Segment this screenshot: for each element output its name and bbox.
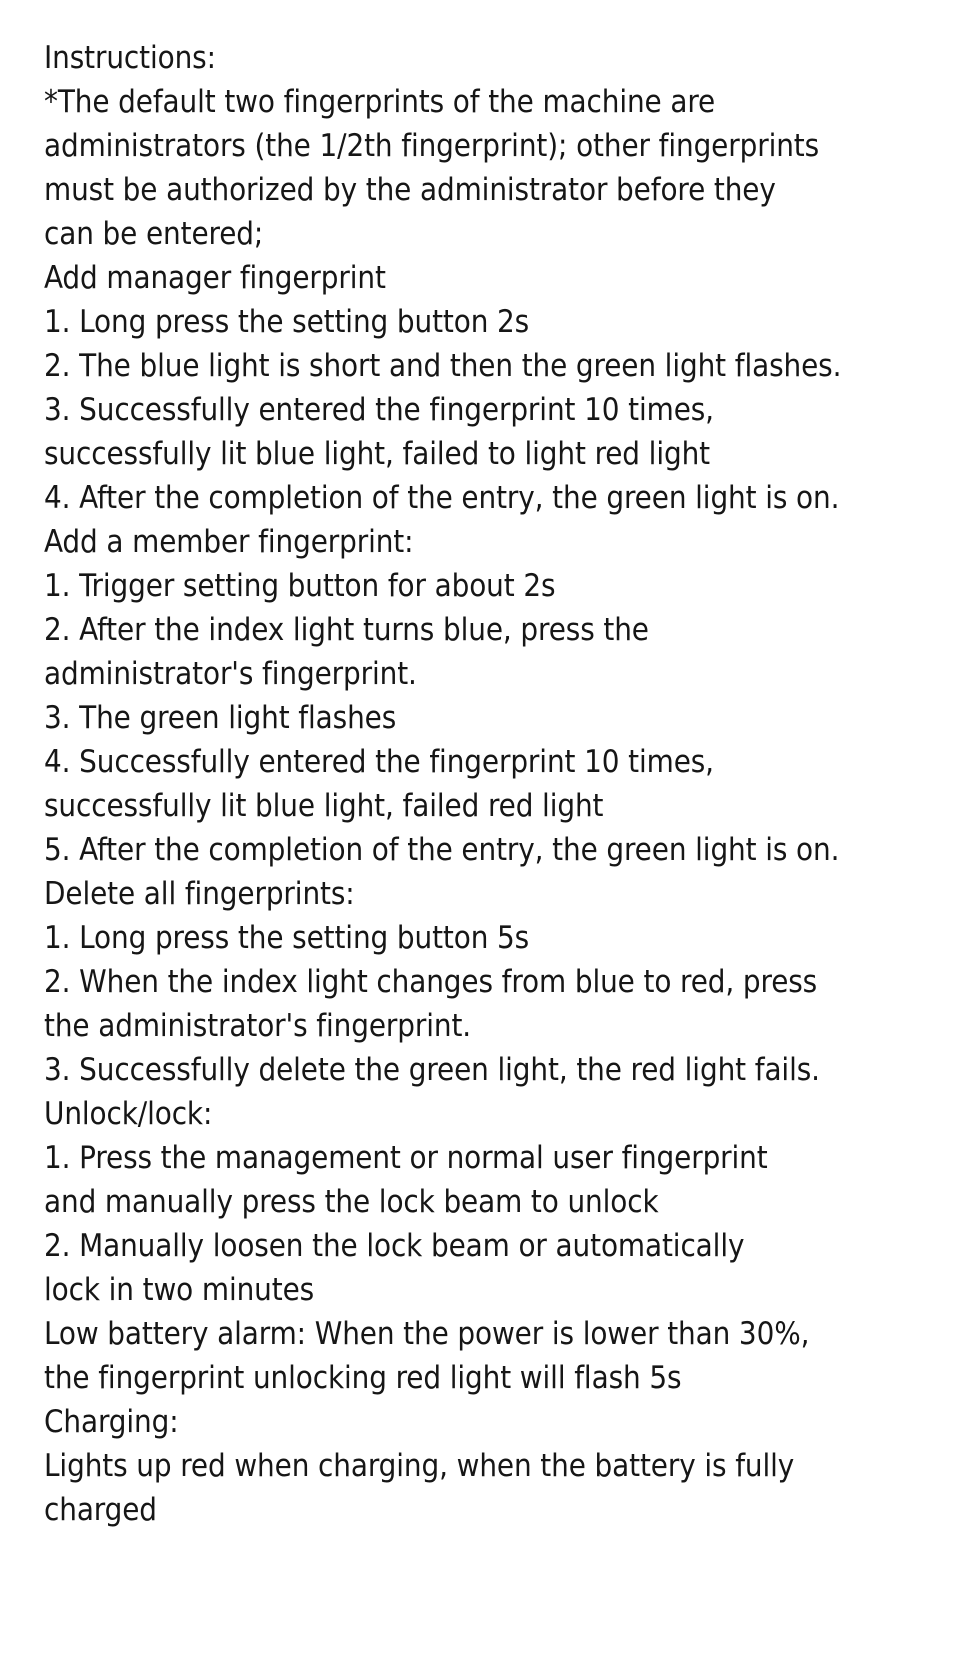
note-line-4: can be entered;: [44, 216, 264, 252]
charging-detail-line-2: charged: [44, 1492, 157, 1528]
low-battery-alarm-line-2: the fingerprint unlocking red light will…: [44, 1360, 682, 1396]
add-member-step-3: 3. The green light flashes: [44, 700, 397, 736]
doc-title: Instructions:: [44, 40, 216, 76]
section-heading-add-member-fingerprint: Add a member fingerprint:: [44, 524, 414, 560]
add-manager-step-4: 4. After the completion of the entry, th…: [44, 480, 840, 516]
note-line-3: must be authorized by the administrator …: [44, 172, 776, 208]
add-manager-step-1: 1. Long press the setting button 2s: [44, 304, 530, 340]
section-heading-charging: Charging:: [44, 1404, 179, 1440]
delete-all-step-2-line-1: 2. When the index light changes from blu…: [44, 964, 818, 1000]
delete-all-step-3: 3. Successfully delete the green light, …: [44, 1052, 820, 1088]
section-heading-add-manager-fingerprint: Add manager fingerprint: [44, 260, 386, 296]
charging-detail-line-1: Lights up red when charging, when the ba…: [44, 1448, 795, 1484]
section-heading-unlock-lock: Unlock/lock:: [44, 1096, 213, 1132]
note-line-2: administrators (the 1/2th fingerprint); …: [44, 128, 820, 164]
add-manager-step-3-line-2: successfully lit blue light, failed to l…: [44, 436, 710, 472]
unlock-lock-step-1-line-2: and manually press the lock beam to unlo…: [44, 1184, 659, 1220]
add-manager-step-3-line-1: 3. Successfully entered the fingerprint …: [44, 392, 714, 428]
unlock-lock-step-2-line-2: lock in two minutes: [44, 1272, 315, 1308]
add-member-step-1: 1. Trigger setting button for about 2s: [44, 568, 556, 604]
delete-all-step-1: 1. Long press the setting button 5s: [44, 920, 530, 956]
add-member-step-4-line-2: successfully lit blue light, failed red …: [44, 788, 604, 824]
instruction-document-page: Instructions: *The default two fingerpri…: [0, 0, 960, 1670]
instruction-text-block: Instructions: *The default two fingerpri…: [44, 36, 916, 1532]
add-manager-step-2: 2. The blue light is short and then the …: [44, 348, 842, 384]
add-member-step-2-line-1: 2. After the index light turns blue, pre…: [44, 612, 649, 648]
note-line-1: *The default two fingerprints of the mac…: [44, 84, 716, 120]
section-heading-delete-all-fingerprints: Delete all fingerprints:: [44, 876, 355, 912]
delete-all-step-2-line-2: the administrator's fingerprint.: [44, 1008, 472, 1044]
add-member-step-2-line-2: administrator's fingerprint.: [44, 656, 417, 692]
add-member-step-4-line-1: 4. Successfully entered the fingerprint …: [44, 744, 714, 780]
unlock-lock-step-1-line-1: 1. Press the management or normal user f…: [44, 1140, 768, 1176]
unlock-lock-step-2-line-1: 2. Manually loosen the lock beam or auto…: [44, 1228, 745, 1264]
low-battery-alarm-line-1: Low battery alarm: When the power is low…: [44, 1316, 810, 1352]
add-member-step-5: 5. After the completion of the entry, th…: [44, 832, 840, 868]
